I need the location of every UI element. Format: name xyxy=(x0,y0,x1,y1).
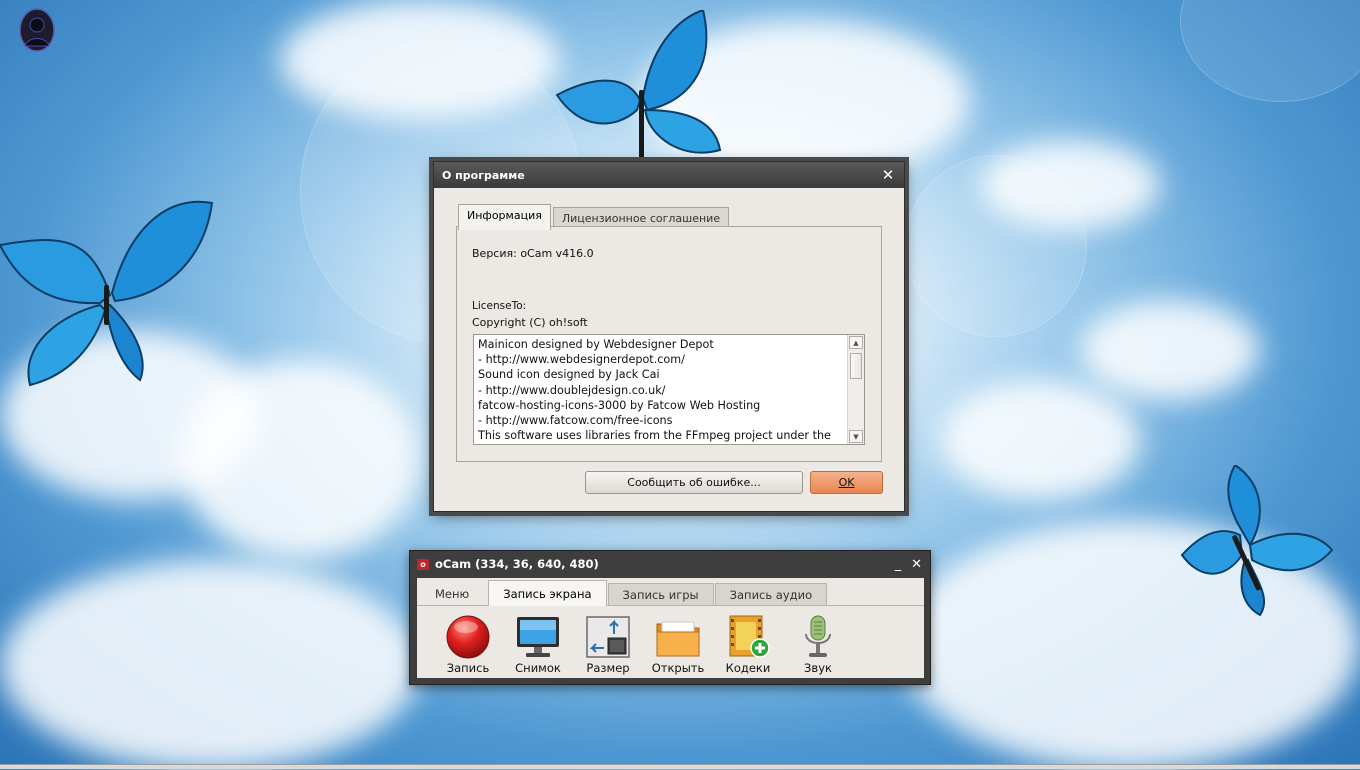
scroll-thumb[interactable] xyxy=(850,353,862,379)
wallpaper-cloud xyxy=(980,140,1160,230)
wallpaper-cloud xyxy=(280,0,560,120)
screenshot-button[interactable]: Снимок xyxy=(503,614,573,675)
credit-line: fatcow-hosting-icons-3000 by Fatcow Web … xyxy=(478,398,761,412)
version-text: Версия: oCam v416.0 xyxy=(472,247,594,260)
credit-line: - http://www.doublejdesign.co.uk/ xyxy=(478,383,666,397)
codecs-button[interactable]: Кодеки xyxy=(713,614,783,675)
about-dialog: О программе ✕ Информация Лицензионное со… xyxy=(433,161,905,512)
record-label: Запись xyxy=(446,661,490,675)
wallpaper-cloud xyxy=(940,380,1140,500)
record-button[interactable]: Запись xyxy=(433,614,503,675)
credits-scrollbar[interactable]: ▲ ▼ xyxy=(847,335,864,444)
ocam-body: Меню Запись экрана Запись игры Запись ау… xyxy=(417,578,924,678)
user-avatar-icon[interactable] xyxy=(18,8,56,54)
wallpaper-cloud xyxy=(1080,300,1260,400)
taskbar-edge xyxy=(0,764,1360,769)
minimize-icon[interactable]: _ xyxy=(895,557,902,572)
copyright-text: Copyright (C) oh!soft xyxy=(472,316,588,329)
sound-label: Звук xyxy=(804,661,832,675)
monitor-screenshot-icon xyxy=(517,617,559,657)
tab-audio-recording[interactable]: Запись аудио xyxy=(714,583,828,605)
close-icon[interactable]: ✕ xyxy=(911,557,922,572)
tab-game-recording[interactable]: Запись игры xyxy=(607,583,714,605)
credit-line: Sound icon designed by Jack Cai xyxy=(478,368,660,382)
microphone-icon xyxy=(805,615,831,657)
dialog-title: О программе xyxy=(442,168,525,182)
wallpaper-cloud xyxy=(0,560,420,770)
butterfly-icon xyxy=(0,200,214,387)
tab-screen-recording[interactable]: Запись экрана xyxy=(488,580,607,606)
codec-film-icon xyxy=(729,615,770,658)
folder-icon xyxy=(656,621,700,657)
ocam-tabs: Меню Запись экрана Запись игры Запись ау… xyxy=(417,578,924,606)
butterfly-icon xyxy=(555,10,722,160)
credits-textbox[interactable]: Mainicon designed by Webdesigner Depot -… xyxy=(473,334,865,445)
license-to-label: LicenseTo: xyxy=(472,300,527,312)
open-button[interactable]: Открыть xyxy=(643,614,713,675)
info-panel: Версия: oCam v416.0 LicenseTo: Copyright… xyxy=(456,226,882,462)
ocam-titlebar[interactable]: o oCam (334, 36, 640, 480) _ ✕ xyxy=(410,551,930,577)
toolbar: Запись Снимок Размер Открыть Кодеки Звук xyxy=(417,606,924,675)
size-button[interactable]: Размер xyxy=(573,614,643,675)
dialog-titlebar[interactable]: О программе ✕ xyxy=(434,162,904,188)
ocam-title: oCam (334, 36, 640, 480) xyxy=(435,557,599,571)
screenshot-label: Снимок xyxy=(515,661,561,675)
scroll-up-icon[interactable]: ▲ xyxy=(849,336,863,349)
resize-icon xyxy=(586,616,630,658)
credit-line: - http://www.fatcow.com/free-icons xyxy=(478,414,673,428)
size-label: Размер xyxy=(586,661,630,675)
codecs-label: Кодеки xyxy=(725,661,771,675)
ok-button[interactable]: OK xyxy=(810,471,883,494)
record-icon xyxy=(446,615,490,659)
butterfly-icon xyxy=(1180,465,1334,617)
ocam-logo-icon: o xyxy=(417,558,429,570)
ocam-window: o oCam (334, 36, 640, 480) _ ✕ Меню Запи… xyxy=(409,550,931,685)
sound-button[interactable]: Звук xyxy=(783,614,853,675)
open-label: Открыть xyxy=(651,661,705,675)
tab-menu[interactable]: Меню xyxy=(417,583,488,605)
credit-line: This software uses libraries from the FF… xyxy=(478,429,831,443)
credit-line: Mainicon designed by Webdesigner Depot xyxy=(478,338,714,351)
wallpaper-bokeh xyxy=(1180,0,1360,102)
report-bug-button[interactable]: Сообщить об ошибке... xyxy=(585,471,803,494)
tab-information[interactable]: Информация xyxy=(458,204,551,230)
credit-line: - http://www.webdesignerdepot.com/ xyxy=(478,353,685,367)
close-icon[interactable]: ✕ xyxy=(880,166,896,184)
scroll-down-icon[interactable]: ▼ xyxy=(849,430,863,443)
